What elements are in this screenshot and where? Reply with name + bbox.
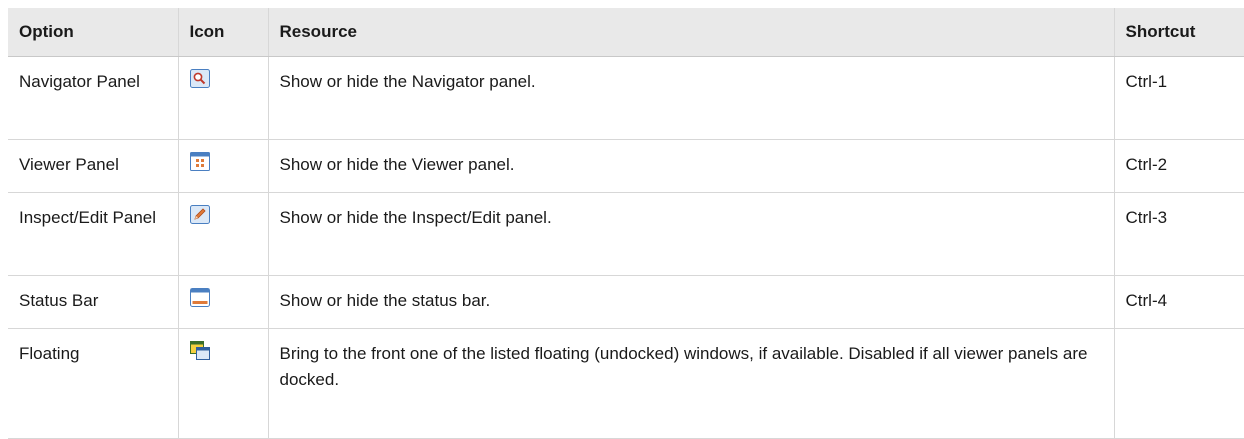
viewer-panel-icon bbox=[189, 151, 210, 171]
inspect-edit-panel-icon bbox=[189, 204, 210, 224]
shortcut-cell: Ctrl-4 bbox=[1113, 275, 1244, 329]
table-row: Inspect/Edit Panel Show or hide the Insp… bbox=[8, 192, 1244, 276]
table-row: Navigator Panel Show or hide the Navigat… bbox=[8, 56, 1244, 140]
option-cell: Viewer Panel bbox=[8, 139, 178, 193]
shortcut-cell: Ctrl-1 bbox=[1113, 56, 1244, 140]
header-icon: Icon bbox=[177, 8, 268, 57]
table-row: Viewer Panel Show or hide the Viewer pan… bbox=[8, 139, 1244, 193]
navigator-panel-icon bbox=[189, 68, 210, 88]
icon-cell bbox=[177, 139, 268, 193]
resource-cell: Show or hide the Inspect/Edit panel. bbox=[267, 192, 1114, 276]
table-header-row: Option Icon Resource Shortcut bbox=[8, 8, 1244, 57]
status-bar-icon bbox=[189, 287, 210, 307]
header-shortcut: Shortcut bbox=[1113, 8, 1244, 57]
shortcut-cell: Ctrl-3 bbox=[1113, 192, 1244, 276]
option-cell: Inspect/Edit Panel bbox=[8, 192, 178, 276]
floating-windows-icon bbox=[189, 340, 210, 360]
icon-cell bbox=[177, 56, 268, 140]
header-resource: Resource bbox=[267, 8, 1114, 57]
resource-cell: Show or hide the status bar. bbox=[267, 275, 1114, 329]
header-option: Option bbox=[8, 8, 178, 57]
shortcut-cell bbox=[1113, 328, 1244, 439]
icon-cell bbox=[177, 275, 268, 329]
option-cell: Status Bar bbox=[8, 275, 178, 329]
icon-cell bbox=[177, 328, 268, 439]
option-cell: Navigator Panel bbox=[8, 56, 178, 140]
resource-cell: Show or hide the Navigator panel. bbox=[267, 56, 1114, 140]
icon-cell bbox=[177, 192, 268, 276]
table-row: Status Bar Show or hide the status bar. … bbox=[8, 275, 1244, 329]
resource-cell: Bring to the front one of the listed flo… bbox=[267, 328, 1114, 439]
table-row: Floating Bring to the front one of the l… bbox=[8, 328, 1244, 439]
shortcut-cell: Ctrl-2 bbox=[1113, 139, 1244, 193]
resource-cell: Show or hide the Viewer panel. bbox=[267, 139, 1114, 193]
options-table: Option Icon Resource Shortcut Navigator … bbox=[8, 8, 1244, 439]
option-cell: Floating bbox=[8, 328, 178, 439]
